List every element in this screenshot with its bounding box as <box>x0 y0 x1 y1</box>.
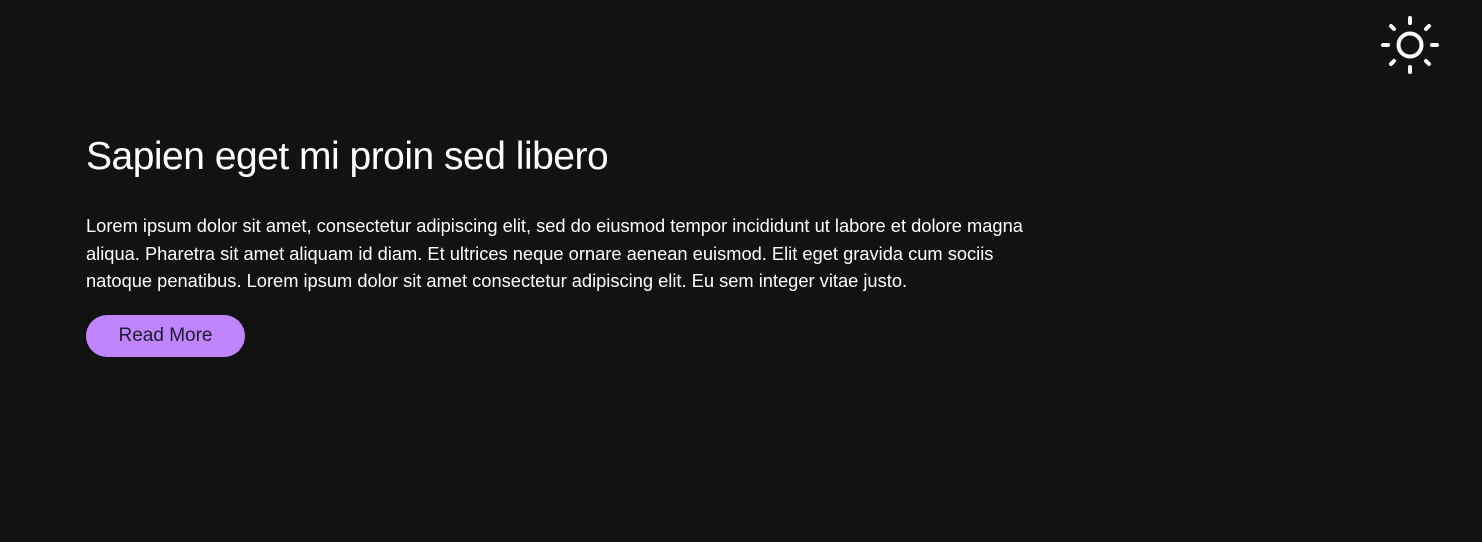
sun-icon <box>1381 16 1439 74</box>
article-title: Sapien eget mi proin sed libero <box>86 135 609 178</box>
theme-toggle-button[interactable] <box>1380 15 1440 75</box>
article: Sapien eget mi proin sed libero Lorem ip… <box>86 132 1046 358</box>
article-body: Lorem ipsum dolor sit amet, consectetur … <box>86 215 1023 292</box>
read-more-button[interactable]: Read More <box>86 315 245 358</box>
